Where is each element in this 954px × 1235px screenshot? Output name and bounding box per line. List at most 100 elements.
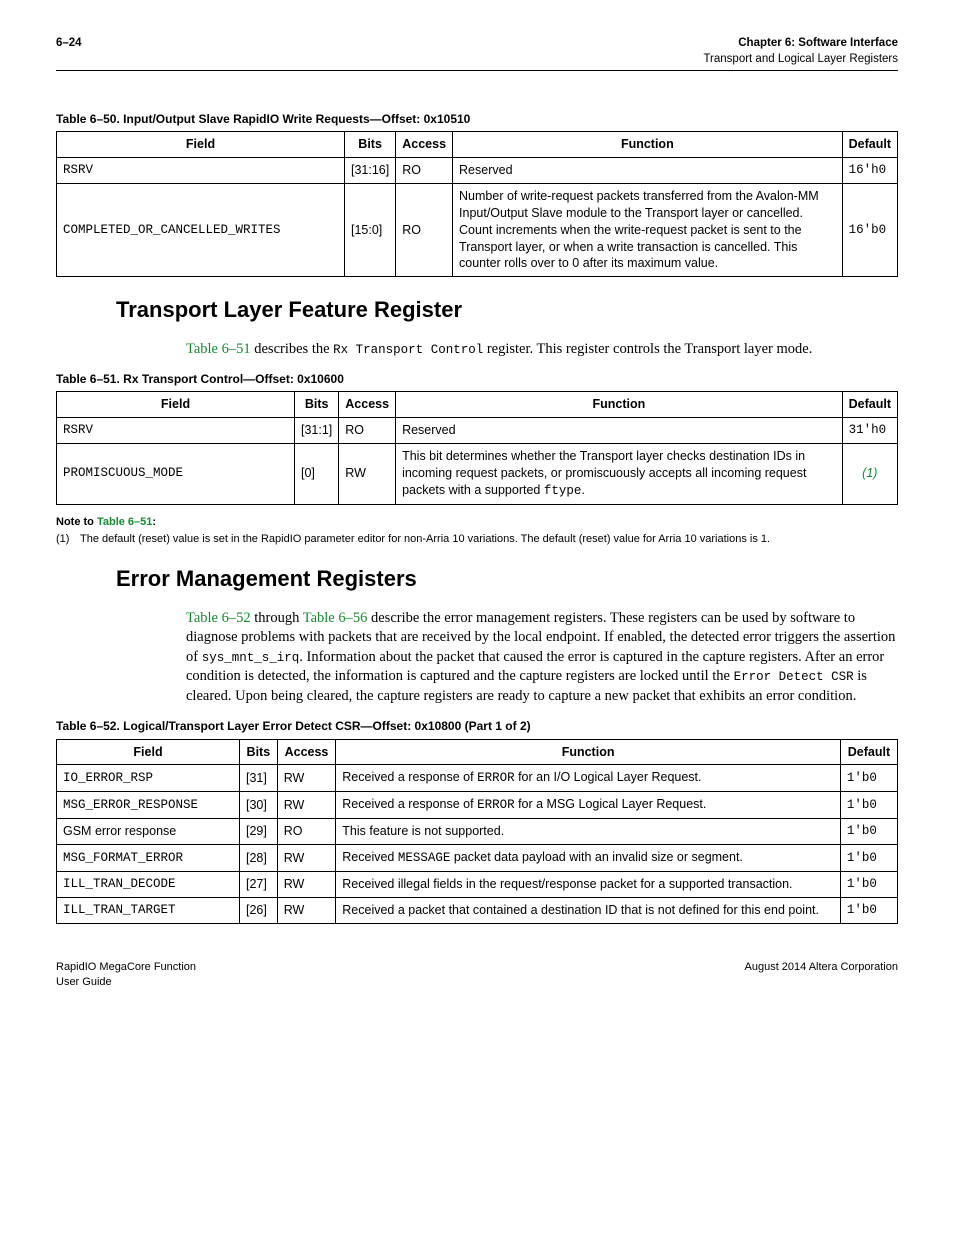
bits-cell: [26] (240, 897, 278, 923)
chapter-subtitle: Transport and Logical Layer Registers (703, 52, 898, 68)
table-row: MSG_ERROR_RESPONSE[30]RWReceived a respo… (57, 792, 898, 819)
col-field: Field (57, 132, 345, 158)
col-bits: Bits (345, 132, 396, 158)
section-title-transport: Transport Layer Feature Register (116, 295, 898, 325)
col-default: Default (842, 132, 897, 158)
table-note-item: (1) The default (reset) value is set in … (56, 532, 898, 547)
table-50: Field Bits Access Function Default RSRV … (56, 131, 898, 277)
table-row: RSRV [31:16] RO Reserved 16'h0 (57, 158, 898, 184)
field-cell: IO_ERROR_RSP (57, 765, 240, 792)
bits-cell: [30] (240, 792, 278, 819)
note-text: The default (reset) value is set in the … (80, 532, 770, 547)
default-cell: 1'b0 (840, 819, 897, 845)
col-default: Default (842, 392, 897, 418)
col-function: Function (453, 132, 843, 158)
table-row: ILL_TRAN_DECODE[27]RWReceived illegal fi… (57, 871, 898, 897)
table-52: Field Bits Access Function Default IO_ER… (56, 739, 898, 924)
field-cell: COMPLETED_OR_CANCELLED_WRITES (57, 183, 345, 276)
section-title-error: Error Management Registers (116, 564, 898, 594)
access-cell: RW (277, 897, 336, 923)
table-link[interactable]: Table 6–51 (186, 341, 251, 357)
default-cell: (1) (842, 444, 897, 505)
function-cell: Received a packet that contained a desti… (336, 897, 841, 923)
col-access: Access (277, 739, 336, 765)
table-note-header: Note to Table 6–51: (56, 515, 898, 530)
section-body: Table 6–51 describes the Rx Transport Co… (186, 340, 898, 360)
field-cell: MSG_FORMAT_ERROR (57, 845, 240, 872)
bits-cell: [0] (295, 444, 339, 505)
col-default: Default (840, 739, 897, 765)
table-header-row: Field Bits Access Function Default (57, 739, 898, 765)
col-bits: Bits (295, 392, 339, 418)
table-row: RSRV [31:1] RO Reserved 31'h0 (57, 418, 898, 444)
table-header-row: Field Bits Access Function Default (57, 392, 898, 418)
access-cell: RW (277, 871, 336, 897)
table-header-row: Field Bits Access Function Default (57, 132, 898, 158)
footnote-ref[interactable]: (1) (862, 466, 877, 480)
field-cell: PROMISCUOUS_MODE (57, 444, 295, 505)
field-cell: ILL_TRAN_DECODE (57, 871, 240, 897)
footer-right: August 2014 Altera Corporation (745, 960, 899, 990)
field-cell: RSRV (57, 418, 295, 444)
access-cell: RW (339, 444, 396, 505)
bits-cell: [31] (240, 765, 278, 792)
page-header: 6–24 Chapter 6: Software Interface Trans… (56, 36, 898, 71)
function-cell: Number of write-request packets transfer… (453, 183, 843, 276)
function-cell: Received a response of ERROR for an I/O … (336, 765, 841, 792)
default-cell: 1'b0 (840, 765, 897, 792)
default-cell: 1'b0 (840, 871, 897, 897)
table-row: MSG_FORMAT_ERROR[28]RWReceived MESSAGE p… (57, 845, 898, 872)
field-cell: RSRV (57, 158, 345, 184)
col-field: Field (57, 392, 295, 418)
field-cell: MSG_ERROR_RESPONSE (57, 792, 240, 819)
table-51: Field Bits Access Function Default RSRV … (56, 391, 898, 504)
table-link[interactable]: Table 6–52 (186, 610, 251, 626)
col-access: Access (396, 132, 453, 158)
function-cell: Received illegal fields in the request/r… (336, 871, 841, 897)
bits-cell: [29] (240, 819, 278, 845)
col-function: Function (396, 392, 843, 418)
footer-left: RapidIO MegaCore Function User Guide (56, 960, 196, 990)
bits-cell: [15:0] (345, 183, 396, 276)
table-row: IO_ERROR_RSP[31]RWReceived a response of… (57, 765, 898, 792)
default-cell: 16'h0 (842, 158, 897, 184)
function-cell: Reserved (396, 418, 843, 444)
bits-cell: [31:1] (295, 418, 339, 444)
field-cell: ILL_TRAN_TARGET (57, 897, 240, 923)
bits-cell: [27] (240, 871, 278, 897)
access-cell: RO (396, 158, 453, 184)
chapter-title: Chapter 6: Software Interface (703, 36, 898, 52)
default-cell: 31'h0 (842, 418, 897, 444)
function-cell: Received MESSAGE packet data payload wit… (336, 845, 841, 872)
field-cell: GSM error response (57, 819, 240, 845)
access-cell: RW (277, 845, 336, 872)
access-cell: RO (396, 183, 453, 276)
table-link[interactable]: Table 6–51 (97, 516, 152, 528)
table-51-caption: Table 6–51. Rx Transport Control—Offset:… (56, 371, 898, 387)
function-cell: This feature is not supported. (336, 819, 841, 845)
table-link[interactable]: Table 6–56 (303, 610, 368, 626)
section-body: Table 6–52 through Table 6–56 describe t… (186, 609, 898, 707)
access-cell: RO (339, 418, 396, 444)
col-function: Function (336, 739, 841, 765)
page-number: 6–24 (56, 36, 82, 67)
access-cell: RW (277, 792, 336, 819)
note-number: (1) (56, 532, 80, 547)
table-row: GSM error response[29]ROThis feature is … (57, 819, 898, 845)
table-row: PROMISCUOUS_MODE [0] RW This bit determi… (57, 444, 898, 505)
col-field: Field (57, 739, 240, 765)
access-cell: RO (277, 819, 336, 845)
default-cell: 1'b0 (840, 792, 897, 819)
default-cell: 1'b0 (840, 845, 897, 872)
table-row: ILL_TRAN_TARGET[26]RWReceived a packet t… (57, 897, 898, 923)
default-cell: 1'b0 (840, 897, 897, 923)
table-52-caption: Table 6–52. Logical/Transport Layer Erro… (56, 718, 898, 734)
bits-cell: [31:16] (345, 158, 396, 184)
bits-cell: [28] (240, 845, 278, 872)
function-cell: Received a response of ERROR for a MSG L… (336, 792, 841, 819)
default-cell: 16'b0 (842, 183, 897, 276)
col-bits: Bits (240, 739, 278, 765)
access-cell: RW (277, 765, 336, 792)
col-access: Access (339, 392, 396, 418)
page-footer: RapidIO MegaCore Function User Guide Aug… (56, 960, 898, 990)
